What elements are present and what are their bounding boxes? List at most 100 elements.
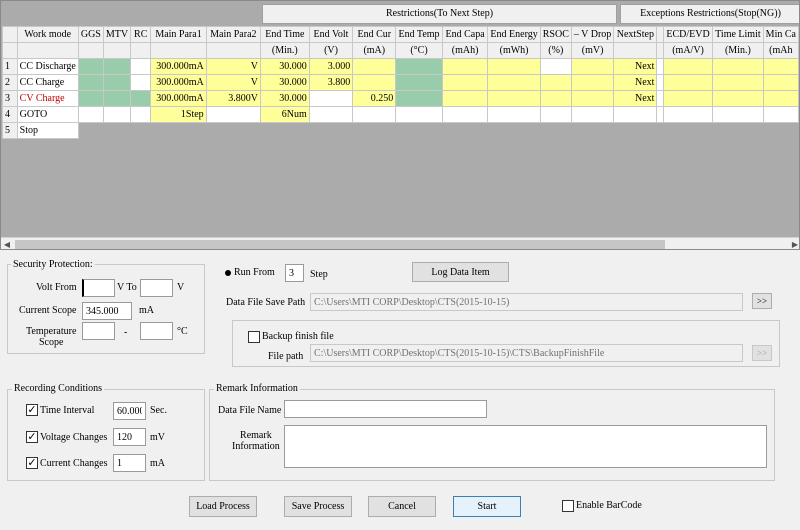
main-para1-cell[interactable]: 300.000mA xyxy=(150,74,207,91)
rsoc-cell[interactable] xyxy=(539,58,572,75)
end-temp-cell[interactable] xyxy=(395,106,443,123)
time-limit-cell[interactable] xyxy=(712,106,764,123)
remark-textarea[interactable] xyxy=(284,425,767,468)
v-drop-cell[interactable] xyxy=(570,74,615,91)
main-para1-cell[interactable]: 1Step xyxy=(150,106,207,123)
end-capa-cell[interactable] xyxy=(441,106,489,123)
browse-backup-path-button[interactable]: >> xyxy=(752,345,772,361)
end-time-cell[interactable]: 30.000 xyxy=(259,90,310,107)
end-capa-cell[interactable] xyxy=(441,74,489,91)
ggs-cell[interactable] xyxy=(77,58,104,75)
work-mode-cell[interactable]: CC Discharge xyxy=(16,58,79,75)
log-data-item-button[interactable]: Log Data Item xyxy=(412,262,509,282)
rc-cell[interactable] xyxy=(130,74,152,91)
rc-cell[interactable] xyxy=(130,90,152,107)
min-capa-cell[interactable] xyxy=(762,58,799,75)
table-row[interactable]: 1 CC Discharge 300.000mA V 30.000 3.000 … xyxy=(2,58,799,75)
mtv-cell[interactable] xyxy=(102,58,132,75)
browse-save-path-button[interactable]: >> xyxy=(752,293,772,309)
time-limit-cell[interactable] xyxy=(712,74,764,91)
end-time-cell[interactable]: 6Num xyxy=(259,106,310,123)
run-from-radio-icon[interactable] xyxy=(225,270,231,276)
rc-cell[interactable] xyxy=(130,58,152,75)
rsoc-cell[interactable] xyxy=(539,74,572,91)
end-volt-cell[interactable]: 3.000 xyxy=(308,58,354,75)
table-row[interactable]: 5 Stop xyxy=(2,122,799,139)
mtv-cell[interactable] xyxy=(102,74,132,91)
current-changes-input[interactable] xyxy=(113,454,146,472)
mtv-cell[interactable] xyxy=(102,90,132,107)
min-capa-cell[interactable] xyxy=(762,74,799,91)
process-table[interactable]: Work mode GGS MTV RC Main Para1 Main Par… xyxy=(2,26,799,139)
backup-file-path-input[interactable] xyxy=(310,344,743,362)
main-para2-cell[interactable]: V xyxy=(205,58,261,75)
ggs-cell[interactable] xyxy=(77,90,104,107)
voltage-changes-checkbox[interactable]: ✓ xyxy=(26,431,38,443)
work-mode-cell[interactable]: CC Charge xyxy=(16,74,79,91)
end-time-cell[interactable]: 30.000 xyxy=(259,74,310,91)
load-process-button[interactable]: Load Process xyxy=(189,496,257,517)
end-temp-cell[interactable] xyxy=(395,74,443,91)
end-cur-cell[interactable] xyxy=(352,58,397,75)
v-drop-cell[interactable] xyxy=(570,58,615,75)
main-para1-cell[interactable]: 300.000mA xyxy=(150,90,207,107)
cancel-button[interactable]: Cancel xyxy=(368,496,436,517)
scrollbar-thumb[interactable] xyxy=(15,240,665,249)
volt-from-input[interactable] xyxy=(82,279,115,297)
end-cur-cell[interactable]: 0.250 xyxy=(352,90,397,107)
scroll-right-icon[interactable]: ▶ xyxy=(789,238,799,249)
v-drop-cell[interactable] xyxy=(570,90,615,107)
temperature-from-input[interactable] xyxy=(82,322,115,340)
table-row[interactable]: 3 CV Charge 300.000mA 3.800V 30.000 0.25… xyxy=(2,90,799,107)
scroll-left-icon[interactable]: ◀ xyxy=(1,238,13,249)
mtv-cell[interactable] xyxy=(102,106,132,123)
min-capa-cell[interactable] xyxy=(762,106,799,123)
work-mode-cell[interactable]: CV Charge xyxy=(16,90,79,107)
end-time-cell[interactable]: 30.000 xyxy=(259,58,310,75)
v-drop-cell[interactable] xyxy=(570,106,615,123)
ggs-cell[interactable] xyxy=(77,74,104,91)
voltage-changes-input[interactable] xyxy=(113,428,146,446)
min-capa-cell[interactable] xyxy=(762,90,799,107)
time-interval-input[interactable] xyxy=(113,402,146,420)
table-row[interactable]: 4 GOTO 1Step 6Num xyxy=(2,106,799,123)
end-cur-cell[interactable] xyxy=(352,74,397,91)
ecd-evd-cell[interactable] xyxy=(662,58,714,75)
rsoc-cell[interactable] xyxy=(539,106,572,123)
end-energy-cell[interactable] xyxy=(487,74,541,91)
time-limit-cell[interactable] xyxy=(712,58,764,75)
rc-cell[interactable] xyxy=(130,106,152,123)
current-scope-input[interactable] xyxy=(82,302,132,320)
process-grid[interactable]: Restrictions(To Next Step) Exceptions Re… xyxy=(0,0,800,250)
save-process-button[interactable]: Save Process xyxy=(284,496,352,517)
ggs-cell[interactable] xyxy=(77,106,104,123)
backup-finish-checkbox[interactable] xyxy=(248,331,260,343)
time-limit-cell[interactable] xyxy=(712,90,764,107)
grid-horizontal-scrollbar[interactable]: ◀ ▶ xyxy=(1,237,799,249)
current-changes-checkbox[interactable]: ✓ xyxy=(26,457,38,469)
end-temp-cell[interactable] xyxy=(395,90,443,107)
end-volt-cell[interactable]: 3.800 xyxy=(308,74,354,91)
end-energy-cell[interactable] xyxy=(487,106,541,123)
end-volt-cell[interactable] xyxy=(308,90,354,107)
next-step-cell[interactable]: Next xyxy=(613,90,658,107)
start-button[interactable]: Start xyxy=(453,496,521,517)
volt-to-input[interactable] xyxy=(140,279,173,297)
end-temp-cell[interactable] xyxy=(395,58,443,75)
main-para1-cell[interactable]: 300.000mA xyxy=(150,58,207,75)
data-file-name-input[interactable] xyxy=(284,400,487,418)
work-mode-cell[interactable]: GOTO xyxy=(16,106,79,123)
ecd-evd-cell[interactable] xyxy=(662,74,714,91)
end-capa-cell[interactable] xyxy=(441,58,489,75)
main-para2-cell[interactable]: 3.800V xyxy=(205,90,261,107)
main-para2-cell[interactable] xyxy=(205,106,261,123)
end-energy-cell[interactable] xyxy=(487,90,541,107)
table-row[interactable]: 2 CC Charge 300.000mA V 30.000 3.800 Nex… xyxy=(2,74,799,91)
ecd-evd-cell[interactable] xyxy=(662,90,714,107)
end-cur-cell[interactable] xyxy=(352,106,397,123)
end-energy-cell[interactable] xyxy=(487,58,541,75)
next-step-cell[interactable]: Next xyxy=(613,74,658,91)
run-from-input[interactable] xyxy=(285,264,304,282)
next-step-cell[interactable]: Next xyxy=(613,58,658,75)
rsoc-cell[interactable] xyxy=(539,90,572,107)
